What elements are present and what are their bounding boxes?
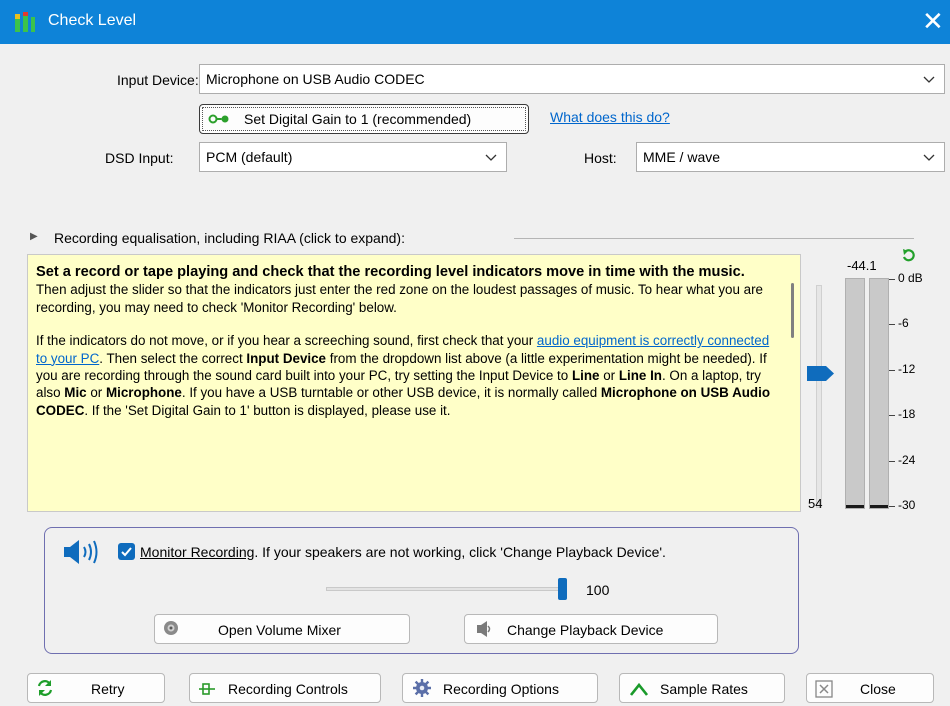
help-p2-text: . If the 'Set Digital Gain to 1' button … — [84, 402, 451, 418]
help-term-mic: Mic — [64, 385, 87, 401]
equalisation-divider — [514, 238, 914, 239]
connector-icon — [208, 114, 229, 124]
dsd-input-label: DSD Input: — [105, 150, 174, 166]
open-volume-mixer-label: Open Volume Mixer — [218, 622, 341, 638]
recording-controls-button[interactable]: Recording Controls — [189, 673, 381, 703]
chevron-down-icon — [923, 154, 935, 161]
dsd-input-value: PCM (default) — [206, 149, 293, 165]
record-level-value: 54 — [808, 496, 823, 511]
sample-rates-label: Sample Rates — [660, 681, 748, 697]
equalisation-expander[interactable]: ▶ Recording equalisation, including RIAA… — [30, 230, 512, 250]
close-button[interactable]: Close — [806, 673, 934, 703]
meter-tick-label: -6 — [898, 316, 909, 330]
input-device-label: Input Device: — [117, 72, 199, 88]
meter-tick-label: -24 — [898, 453, 916, 467]
close-box-icon — [815, 680, 833, 698]
retry-arrows-icon — [37, 680, 53, 696]
monitor-volume-value: 100 — [586, 582, 610, 598]
level-meter-app-icon — [15, 12, 35, 32]
meter-tick — [889, 324, 895, 325]
help-p2-text: If the indicators do not move, or if you… — [36, 333, 537, 349]
help-p2-text: . Then select the correct — [99, 350, 247, 366]
help-p2-text: or — [86, 385, 106, 401]
meter-tick-label: -12 — [898, 362, 916, 376]
sample-rates-button[interactable]: Sample Rates — [619, 673, 785, 703]
help-p2-text: or — [599, 368, 619, 384]
meter-tick-label: -30 — [898, 498, 916, 512]
retry-label: Retry — [91, 681, 125, 697]
help-intro-bold: Set a record or tape playing and check t… — [36, 264, 745, 280]
reset-peak-icon[interactable] — [900, 248, 916, 264]
meter-tick — [889, 279, 895, 280]
change-playback-device-button[interactable]: Change Playback Device — [464, 614, 718, 644]
expand-arrow-icon: ▶ — [30, 231, 38, 242]
window-title: Check Level — [48, 12, 137, 29]
help-text: Set a record or tape playing and check t… — [36, 263, 776, 435]
peak-level-readout: -44.1 — [847, 258, 877, 273]
help-term-line-in: Line In — [618, 368, 662, 384]
meter-tick — [889, 370, 895, 371]
level-meter-left — [845, 278, 865, 509]
record-level-slider-thumb[interactable] — [807, 366, 834, 381]
monitor-recording-checkbox[interactable] — [118, 543, 135, 560]
level-meter-right-fill — [870, 505, 888, 508]
record-level-slider-track[interactable] — [816, 285, 822, 508]
close-label: Close — [860, 681, 896, 697]
equalisation-label: Recording equalisation, including RIAA (… — [54, 230, 405, 246]
host-label: Host: — [584, 150, 617, 166]
open-volume-mixer-button[interactable]: Open Volume Mixer — [154, 614, 410, 644]
monitor-volume-thumb[interactable] — [558, 578, 567, 600]
help-term-microphone: Microphone — [105, 385, 182, 401]
help-paragraph-1: Set a record or tape playing and check t… — [36, 263, 776, 316]
speaker-cone-icon — [477, 621, 491, 637]
input-device-dropdown[interactable]: Microphone on USB Audio CODEC — [199, 64, 945, 94]
change-playback-device-label: Change Playback Device — [507, 622, 664, 638]
mixer-speaker-icon — [164, 621, 178, 635]
chevron-down-icon — [485, 154, 497, 161]
close-icon[interactable]: ✕ — [922, 6, 944, 36]
input-device-value: Microphone on USB Audio CODEC — [206, 71, 425, 87]
title-bar: Check Level ✕ — [0, 0, 950, 44]
monitor-recording-hint: . If your speakers are not working, clic… — [254, 544, 666, 560]
recording-controls-label: Recording Controls — [228, 681, 348, 697]
dsd-input-dropdown[interactable]: PCM (default) — [199, 142, 507, 172]
chevron-down-icon — [923, 76, 935, 83]
help-text-box: Set a record or tape playing and check t… — [27, 254, 801, 512]
meter-tick — [889, 415, 895, 416]
monitor-recording-text: Monitor Recording. If your speakers are … — [140, 544, 666, 560]
help-scrollbar-thumb[interactable] — [791, 283, 794, 338]
help-scrollbar[interactable] — [786, 255, 800, 511]
help-paragraph-2: If the indicators do not move, or if you… — [36, 332, 776, 419]
monitor-recording-label: Monitor Recording — [140, 544, 255, 560]
slider-controls-icon — [199, 683, 215, 695]
monitor-volume-track[interactable] — [326, 587, 564, 591]
level-meter-right — [869, 278, 889, 509]
level-meter-left-fill — [846, 505, 864, 508]
wave-peak-icon — [630, 682, 648, 696]
host-dropdown[interactable]: MME / wave — [636, 142, 945, 172]
host-value: MME / wave — [643, 149, 721, 165]
recording-options-label: Recording Options — [443, 681, 559, 697]
help-p1-rest: Then adjust the slider so that the indic… — [36, 282, 763, 315]
help-p2-text: . If you have a USB turntable or other U… — [181, 385, 601, 401]
retry-button[interactable]: Retry — [27, 673, 165, 703]
meter-tick — [889, 461, 895, 462]
set-digital-gain-button[interactable]: Set Digital Gain to 1 (recommended) — [199, 104, 529, 134]
set-digital-gain-label: Set Digital Gain to 1 (recommended) — [244, 111, 472, 127]
check-level-window: Check Level ✕ Input Device: Microphone o… — [0, 0, 950, 706]
meter-tick-label: -18 — [898, 407, 916, 421]
what-does-this-do-link[interactable]: What does this do? — [550, 109, 670, 125]
checkmark-icon — [121, 547, 132, 557]
meter-tick — [889, 506, 895, 507]
speaker-icon — [64, 540, 98, 564]
recording-options-button[interactable]: Recording Options — [402, 673, 598, 703]
help-term-line: Line — [571, 368, 600, 384]
meter-tick-label: 0 dB — [898, 271, 923, 285]
help-term-input-device: Input Device — [246, 350, 327, 366]
gear-icon — [413, 679, 431, 697]
